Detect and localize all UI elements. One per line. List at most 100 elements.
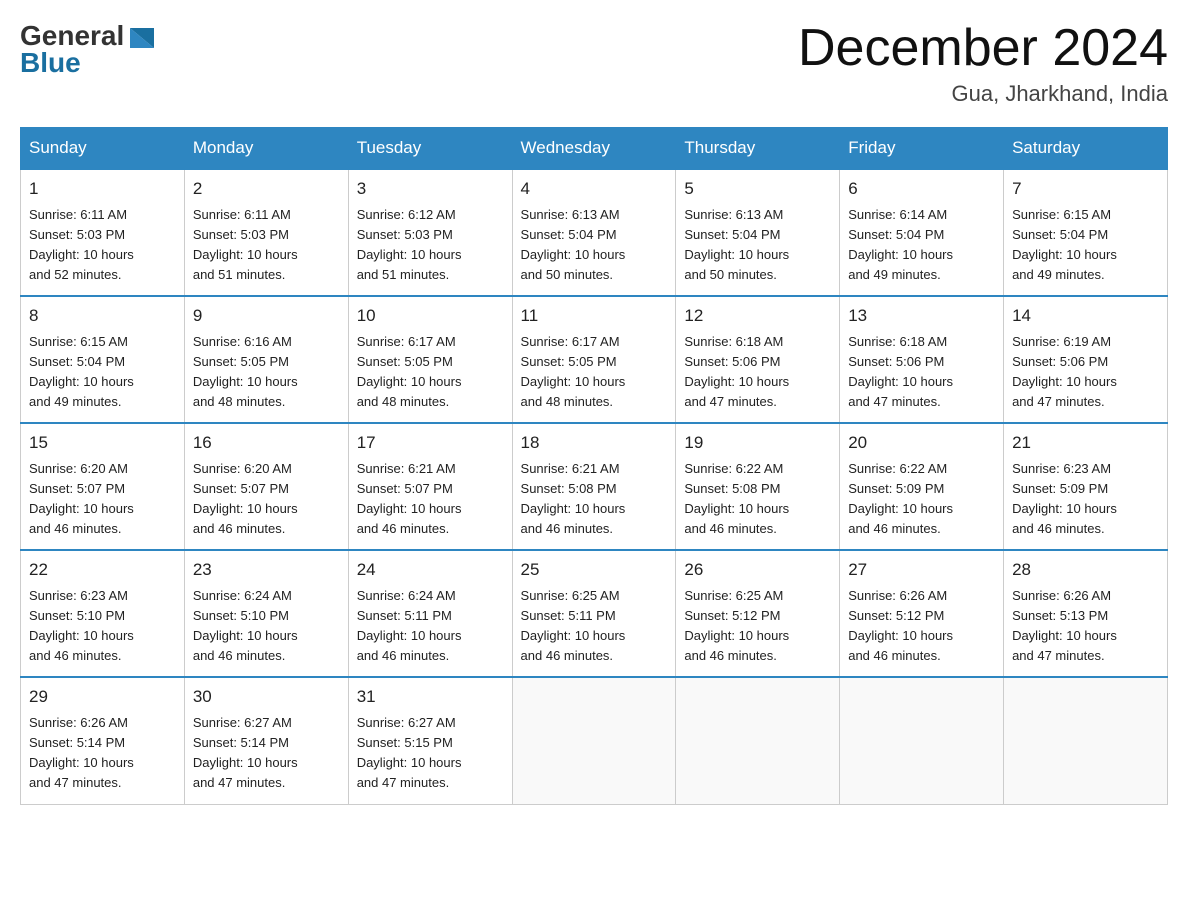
calendar-day-cell: 18 Sunrise: 6:21 AMSunset: 5:08 PMDayligh… [512,423,676,550]
day-number: 26 [684,557,831,583]
day-sun-info: Sunrise: 6:21 AMSunset: 5:08 PMDaylight:… [521,459,668,540]
day-number: 25 [521,557,668,583]
day-sun-info: Sunrise: 6:22 AMSunset: 5:09 PMDaylight:… [848,459,995,540]
title-section: December 2024 Gua, Jharkhand, India [798,20,1168,107]
calendar-day-cell: 31Sunrise: 6:27 AMSunset: 5:15 PMDayligh… [348,677,512,804]
calendar-empty-cell [1004,677,1168,804]
calendar-week-row: 8Sunrise: 6:15 AMSunset: 5:04 PMDaylight… [21,296,1168,423]
day-sun-info: Sunrise: 6:12 AMSunset: 5:03 PMDaylight:… [357,205,504,286]
weekday-header-sunday: Sunday [21,128,185,170]
calendar-week-row: 22 Sunrise: 6:23 AMSunset: 5:10 PMDayligh… [21,550,1168,677]
day-sun-info: Sunrise: 6:20 AMSunset: 5:07 PMDaylight:… [193,459,340,540]
day-number: 14 [1012,303,1159,329]
day-sun-info: Sunrise: 6:11 AMSunset: 5:03 PMDaylight:… [29,205,176,286]
day-sun-info: Sunrise: 6:27 AMSunset: 5:14 PMDaylight:… [193,713,340,794]
day-number: 12 [684,303,831,329]
location-subtitle: Gua, Jharkhand, India [798,81,1168,107]
calendar-day-cell: 28 Sunrise: 6:26 AMSunset: 5:13 PMDayligh… [1004,550,1168,677]
weekday-header-friday: Friday [840,128,1004,170]
day-number: 28 [1012,557,1159,583]
calendar-day-cell: 7 Sunrise: 6:15 AMSunset: 5:04 PMDaylight… [1004,169,1168,296]
weekday-header-tuesday: Tuesday [348,128,512,170]
calendar-day-cell: 22 Sunrise: 6:23 AMSunset: 5:10 PMDayligh… [21,550,185,677]
calendar-day-cell: 13 Sunrise: 6:18 AMSunset: 5:06 PMDayligh… [840,296,1004,423]
calendar-day-cell: 23Sunrise: 6:24 AMSunset: 5:10 PMDayligh… [184,550,348,677]
calendar-day-cell: 3Sunrise: 6:12 AMSunset: 5:03 PMDaylight… [348,169,512,296]
day-number: 17 [357,430,504,456]
calendar-day-cell: 12 Sunrise: 6:18 AMSunset: 5:06 PMDayligh… [676,296,840,423]
weekday-header-wednesday: Wednesday [512,128,676,170]
calendar-day-cell: 16 Sunrise: 6:20 AMSunset: 5:07 PMDayligh… [184,423,348,550]
calendar-week-row: 1 Sunrise: 6:11 AMSunset: 5:03 PMDaylight… [21,169,1168,296]
day-number: 24 [357,557,504,583]
day-number: 27 [848,557,995,583]
month-year-title: December 2024 [798,20,1168,77]
day-number: 30 [193,684,340,710]
day-number: 18 [521,430,668,456]
day-number: 22 [29,557,176,583]
day-sun-info: Sunrise: 6:14 AMSunset: 5:04 PMDaylight:… [848,205,995,286]
day-sun-info: Sunrise: 6:26 AMSunset: 5:14 PMDaylight:… [29,713,176,794]
day-sun-info: Sunrise: 6:23 AMSunset: 5:10 PMDaylight:… [29,586,176,667]
calendar-week-row: 29 Sunrise: 6:26 AMSunset: 5:14 PMDayligh… [21,677,1168,804]
day-number: 13 [848,303,995,329]
calendar-day-cell: 27 Sunrise: 6:26 AMSunset: 5:12 PMDayligh… [840,550,1004,677]
day-sun-info: Sunrise: 6:26 AMSunset: 5:13 PMDaylight:… [1012,586,1159,667]
calendar-day-cell: 15Sunrise: 6:20 AMSunset: 5:07 PMDayligh… [21,423,185,550]
calendar-day-cell: 1 Sunrise: 6:11 AMSunset: 5:03 PMDaylight… [21,169,185,296]
calendar-day-cell: 14 Sunrise: 6:19 AMSunset: 5:06 PMDayligh… [1004,296,1168,423]
day-number: 9 [193,303,340,329]
day-number: 2 [193,176,340,202]
day-sun-info: Sunrise: 6:19 AMSunset: 5:06 PMDaylight:… [1012,332,1159,413]
day-number: 10 [357,303,504,329]
calendar-day-cell: 9 Sunrise: 6:16 AMSunset: 5:05 PMDaylight… [184,296,348,423]
day-number: 7 [1012,176,1159,202]
day-sun-info: Sunrise: 6:26 AMSunset: 5:12 PMDaylight:… [848,586,995,667]
weekday-header-monday: Monday [184,128,348,170]
day-sun-info: Sunrise: 6:20 AMSunset: 5:07 PMDaylight:… [29,459,176,540]
calendar-day-cell: 6 Sunrise: 6:14 AMSunset: 5:04 PMDaylight… [840,169,1004,296]
day-number: 21 [1012,430,1159,456]
day-number: 6 [848,176,995,202]
day-sun-info: Sunrise: 6:15 AMSunset: 5:04 PMDaylight:… [1012,205,1159,286]
day-sun-info: Sunrise: 6:16 AMSunset: 5:05 PMDaylight:… [193,332,340,413]
day-number: 1 [29,176,176,202]
day-number: 20 [848,430,995,456]
day-number: 29 [29,684,176,710]
logo: General Blue [20,20,158,79]
weekday-header-row: SundayMondayTuesdayWednesdayThursdayFrid… [21,128,1168,170]
day-sun-info: Sunrise: 6:25 AMSunset: 5:12 PMDaylight:… [684,586,831,667]
calendar-day-cell: 5 Sunrise: 6:13 AMSunset: 5:04 PMDaylight… [676,169,840,296]
calendar-day-cell: 30 Sunrise: 6:27 AMSunset: 5:14 PMDayligh… [184,677,348,804]
day-sun-info: Sunrise: 6:17 AMSunset: 5:05 PMDaylight:… [521,332,668,413]
day-sun-info: Sunrise: 6:18 AMSunset: 5:06 PMDaylight:… [848,332,995,413]
weekday-header-thursday: Thursday [676,128,840,170]
calendar-day-cell: 24 Sunrise: 6:24 AMSunset: 5:11 PMDayligh… [348,550,512,677]
calendar-table: SundayMondayTuesdayWednesdayThursdayFrid… [20,127,1168,804]
calendar-day-cell: 25Sunrise: 6:25 AMSunset: 5:11 PMDayligh… [512,550,676,677]
weekday-header-saturday: Saturday [1004,128,1168,170]
day-number: 4 [521,176,668,202]
calendar-day-cell: 26 Sunrise: 6:25 AMSunset: 5:12 PMDayligh… [676,550,840,677]
calendar-empty-cell [676,677,840,804]
day-number: 16 [193,430,340,456]
calendar-day-cell: 20 Sunrise: 6:22 AMSunset: 5:09 PMDayligh… [840,423,1004,550]
logo-icon [126,24,158,52]
day-sun-info: Sunrise: 6:18 AMSunset: 5:06 PMDaylight:… [684,332,831,413]
day-sun-info: Sunrise: 6:24 AMSunset: 5:11 PMDaylight:… [357,586,504,667]
calendar-day-cell: 21Sunrise: 6:23 AMSunset: 5:09 PMDayligh… [1004,423,1168,550]
calendar-day-cell: 2 Sunrise: 6:11 AMSunset: 5:03 PMDaylight… [184,169,348,296]
day-number: 19 [684,430,831,456]
day-sun-info: Sunrise: 6:17 AMSunset: 5:05 PMDaylight:… [357,332,504,413]
calendar-day-cell: 17 Sunrise: 6:21 AMSunset: 5:07 PMDayligh… [348,423,512,550]
calendar-day-cell: 29 Sunrise: 6:26 AMSunset: 5:14 PMDayligh… [21,677,185,804]
day-sun-info: Sunrise: 6:13 AMSunset: 5:04 PMDaylight:… [684,205,831,286]
day-number: 5 [684,176,831,202]
calendar-day-cell: 10 Sunrise: 6:17 AMSunset: 5:05 PMDayligh… [348,296,512,423]
day-sun-info: Sunrise: 6:13 AMSunset: 5:04 PMDaylight:… [521,205,668,286]
day-number: 8 [29,303,176,329]
calendar-day-cell: 8Sunrise: 6:15 AMSunset: 5:04 PMDaylight… [21,296,185,423]
day-sun-info: Sunrise: 6:11 AMSunset: 5:03 PMDaylight:… [193,205,340,286]
calendar-empty-cell [840,677,1004,804]
day-sun-info: Sunrise: 6:21 AMSunset: 5:07 PMDaylight:… [357,459,504,540]
